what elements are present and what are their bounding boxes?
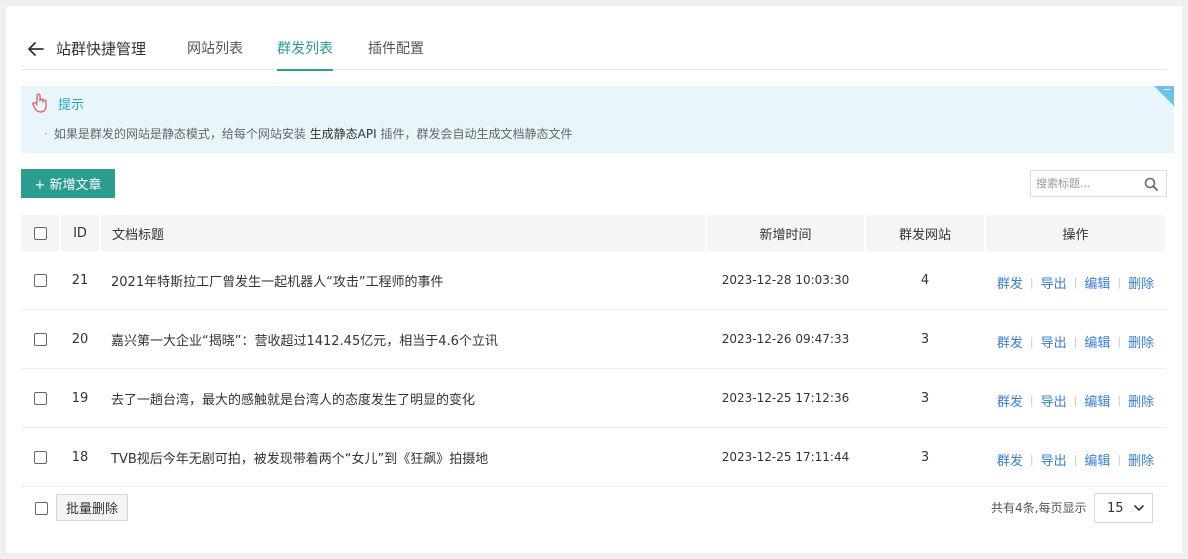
- row-checkbox[interactable]: [33, 391, 47, 405]
- table-row: 18 TVB视后今年无剧可拍，被发现带着两个“女儿”到《狂飙》拍摄地 2023-…: [21, 428, 1167, 487]
- delete-link[interactable]: 删除: [1128, 391, 1154, 410]
- export-link[interactable]: 导出: [1041, 450, 1067, 469]
- edit-link[interactable]: 编辑: [1084, 391, 1110, 410]
- column-sites: 群发网站: [866, 215, 984, 251]
- row-sites: 3: [920, 331, 930, 347]
- page-size-select[interactable]: 15: [1094, 493, 1153, 523]
- page-size-value: 15: [1107, 501, 1124, 516]
- row-ops: 群发 | 导出 | 编辑 | 删除: [986, 253, 1165, 311]
- table-row: 21 2021年特斯拉工厂曾发生一起机器人“攻击”工程师的事件 2023-12-…: [21, 251, 1167, 310]
- plugin-name: 生成静态API: [309, 127, 377, 141]
- column-time: 新增时间: [707, 215, 864, 251]
- row-time: 2023-12-25 17:12:36: [721, 391, 850, 405]
- tip-title: 提示: [58, 98, 85, 113]
- delete-link[interactable]: 删除: [1128, 332, 1154, 351]
- row-time: 2023-12-28 10:03:30: [721, 273, 850, 287]
- row-id: 20: [71, 331, 89, 347]
- publish-link[interactable]: 群发: [997, 273, 1023, 292]
- add-article-button[interactable]: + 新增文章: [21, 169, 115, 198]
- select-all-checkbox[interactable]: [33, 226, 47, 240]
- edit-link[interactable]: 编辑: [1084, 332, 1110, 351]
- row-id: 18: [71, 449, 89, 465]
- delete-link[interactable]: 删除: [1128, 450, 1154, 469]
- row-title: TVB视后今年无剧可拍，被发现带着两个“女儿”到《狂飙》拍摄地: [111, 451, 489, 467]
- batch-delete-button[interactable]: 批量删除: [56, 494, 128, 521]
- export-link[interactable]: 导出: [1041, 391, 1067, 410]
- tip-message: · 如果是群发的网站是静态模式，给每个网站安装 生成静态API 插件，群发会自动生…: [44, 127, 573, 141]
- table-row: 19 去了一趟台湾，最大的感触就是台湾人的态度发生了明显的变化 2023-12-…: [21, 369, 1167, 428]
- row-ops: 群发 | 导出 | 编辑 | 删除: [986, 430, 1165, 488]
- row-ops: 群发 | 导出 | 编辑 | 删除: [986, 371, 1165, 429]
- row-checkbox[interactable]: [33, 273, 47, 287]
- row-title: 嘉兴第一大企业“揭晓”：营收超过1412.45亿元，相当于4.6个立讯: [111, 333, 498, 349]
- back-arrow-icon[interactable]: [26, 39, 46, 59]
- table-row: 20 嘉兴第一大企业“揭晓”：营收超过1412.45亿元，相当于4.6个立讯 2…: [21, 310, 1167, 369]
- row-id: 21: [71, 272, 89, 288]
- publish-link[interactable]: 群发: [997, 450, 1023, 469]
- search-icon[interactable]: [1144, 177, 1158, 191]
- row-title: 去了一趟台湾，最大的感触就是台湾人的态度发生了明显的变化: [111, 392, 476, 408]
- page-header: 站群快捷管理 网站列表 群发列表 插件配置: [21, 30, 1167, 71]
- row-sites: 3: [920, 390, 930, 406]
- export-link[interactable]: 导出: [1041, 332, 1067, 351]
- footer-select-all-checkbox[interactable]: [35, 502, 48, 515]
- row-checkbox[interactable]: [33, 332, 47, 346]
- chevron-down-icon: [1134, 505, 1144, 511]
- tab-publish-list[interactable]: 群发列表: [277, 38, 333, 71]
- column-id: ID: [61, 215, 99, 251]
- edit-link[interactable]: 编辑: [1084, 450, 1110, 469]
- tip-box: 提示 · 如果是群发的网站是静态模式，给每个网站安装 生成静态API 插件，群发会…: [21, 86, 1174, 153]
- publish-link[interactable]: 群发: [997, 332, 1023, 351]
- publish-link[interactable]: 群发: [997, 391, 1023, 410]
- page-title: 站群快捷管理: [56, 40, 147, 58]
- search-input[interactable]: [1031, 171, 1139, 196]
- row-sites: 4: [920, 272, 930, 288]
- table-header: ID 文档标题 新增时间 群发网站 操作: [21, 215, 1167, 251]
- row-checkbox[interactable]: [33, 450, 47, 464]
- tab-site-list[interactable]: 网站列表: [187, 38, 243, 70]
- row-time: 2023-12-26 09:47:33: [721, 332, 850, 346]
- edit-link[interactable]: 编辑: [1084, 273, 1110, 292]
- row-id: 19: [71, 390, 89, 406]
- tab-plugin-config[interactable]: 插件配置: [368, 38, 424, 70]
- pagination-info: 共有4条,每页显示: [991, 501, 1087, 515]
- row-title: 2021年特斯拉工厂曾发生一起机器人“攻击”工程师的事件: [111, 274, 444, 290]
- row-sites: 3: [920, 449, 930, 465]
- row-ops: 群发 | 导出 | 编辑 | 删除: [986, 312, 1165, 370]
- row-time: 2023-12-25 17:11:44: [721, 450, 850, 464]
- column-title: 文档标题: [101, 215, 705, 251]
- delete-link[interactable]: 删除: [1128, 273, 1154, 292]
- main-panel: 站群快捷管理 网站列表 群发列表 插件配置 提示 · 如果是群发的网站是静态模式，…: [6, 6, 1182, 553]
- column-ops: 操作: [986, 215, 1165, 251]
- export-link[interactable]: 导出: [1041, 273, 1067, 292]
- search-box: [1030, 170, 1167, 197]
- hand-pointer-icon: [32, 93, 47, 113]
